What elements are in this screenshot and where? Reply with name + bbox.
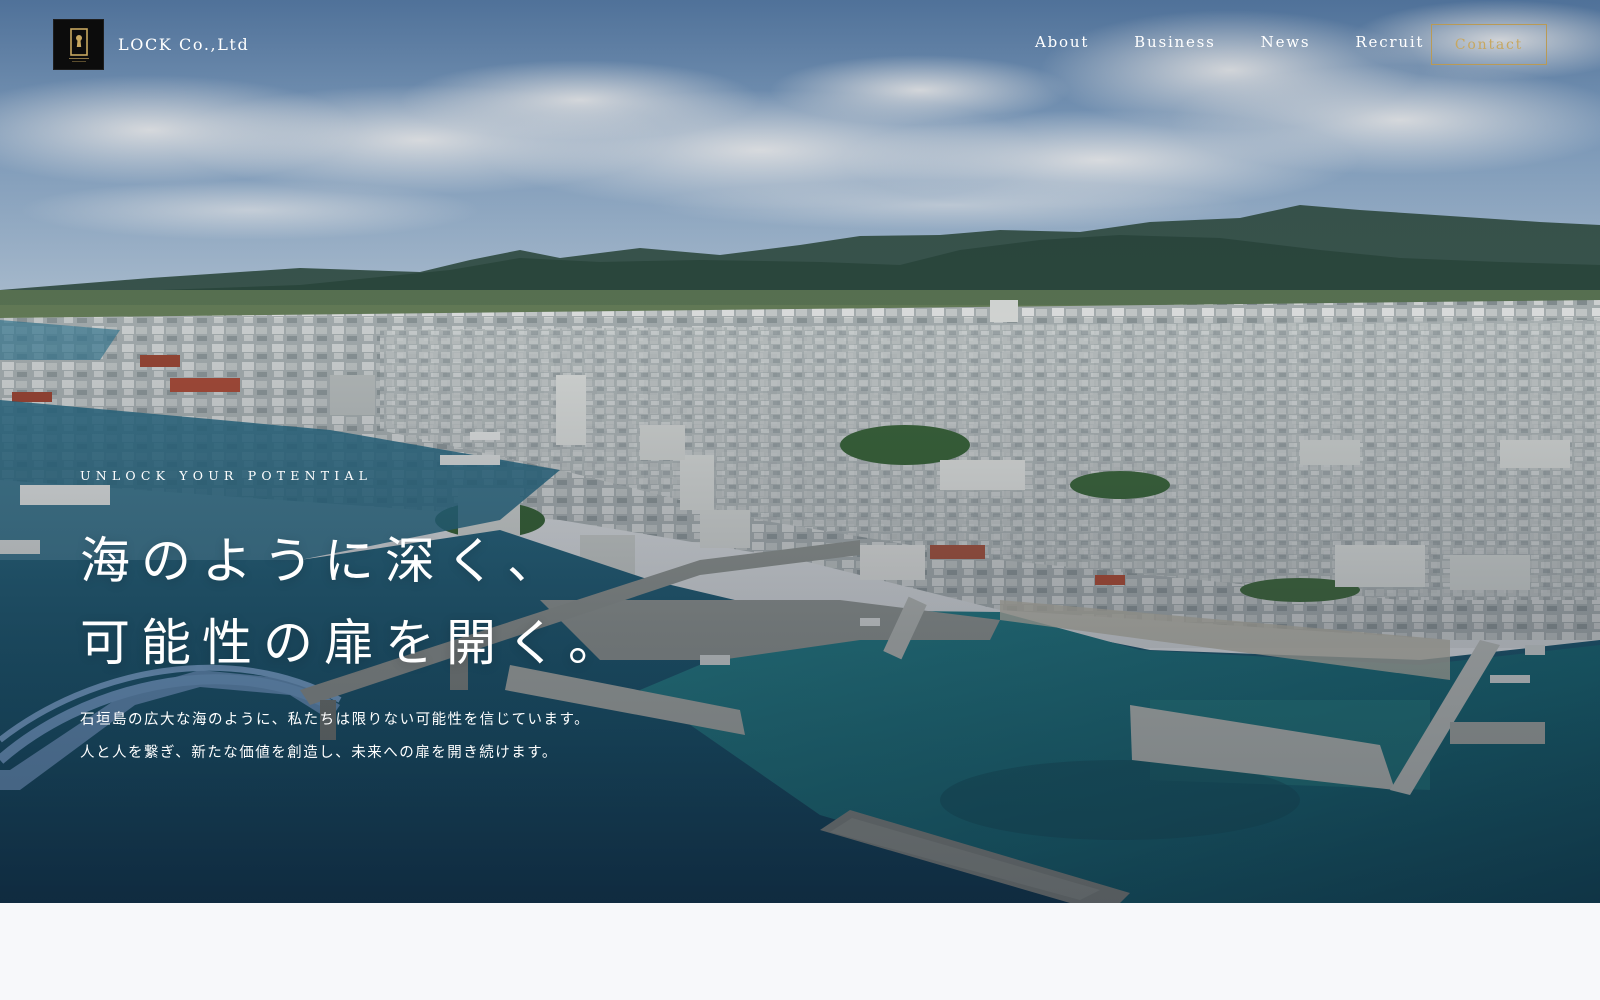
keyhole-icon — [68, 27, 89, 62]
hero-section: LOCK Co.,Ltd About Business News Recruit… — [0, 0, 1600, 903]
brand-logo — [53, 19, 104, 70]
hero-lead-line-2: 人と人を繋ぎ、新たな価値を創造し、未来への扉を開き続けます。 — [80, 745, 558, 761]
nav-news[interactable]: News — [1261, 30, 1311, 54]
site-header: LOCK Co.,Ltd About Business News Recruit… — [0, 0, 1600, 90]
brand-link[interactable]: LOCK Co.,Ltd — [53, 19, 249, 70]
hero-lead-line-1: 石垣島の広大な海のように、私たちは限りない可能性を信じています。 — [80, 712, 591, 728]
hero-eyebrow: UNLOCK YOUR POTENTIAL — [80, 468, 373, 483]
hero-headline-line-1: 海のように深く、 — [80, 532, 568, 590]
nav-recruit[interactable]: Recruit — [1355, 30, 1424, 54]
hero-headline-line-2: 可能性の扉を開く。 — [80, 614, 629, 672]
nav-business[interactable]: Business — [1134, 30, 1216, 54]
next-section — [0, 903, 1600, 1000]
hero-headline: 海のように深く、 可能性の扉を開く。 — [80, 520, 629, 684]
nav-about[interactable]: About — [1035, 30, 1089, 54]
hero-lead: 石垣島の広大な海のように、私たちは限りない可能性を信じています。 人と人を繋ぎ、… — [80, 704, 590, 770]
contact-button[interactable]: Contact — [1431, 24, 1547, 65]
main-nav: About Business News Recruit — [1035, 30, 1469, 54]
landing-page: LOCK Co.,Ltd About Business News Recruit… — [0, 0, 1600, 1000]
brand-name: LOCK Co.,Ltd — [118, 35, 250, 54]
